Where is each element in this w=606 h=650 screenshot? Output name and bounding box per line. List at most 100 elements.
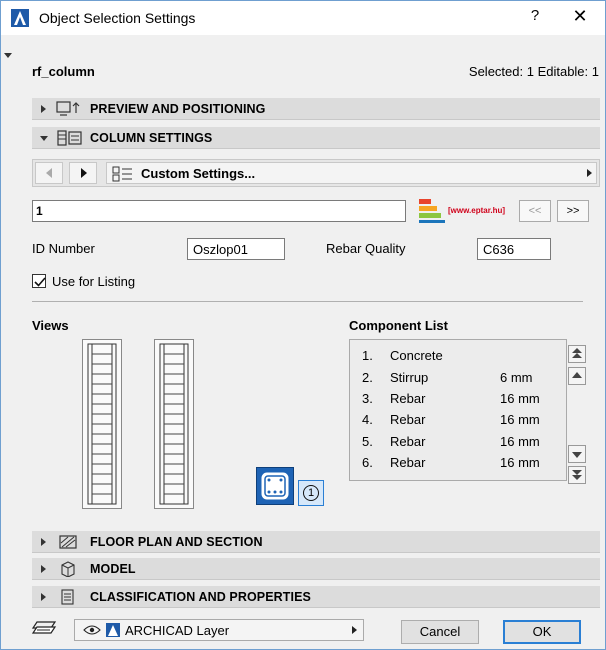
section-label: MODEL — [90, 562, 136, 576]
page-prev-button[interactable]: << — [519, 200, 551, 222]
title-bar: Object Selection Settings ? ✕ — [1, 1, 605, 35]
scroll-bottom-button[interactable] — [568, 466, 586, 484]
list-item[interactable]: 4. Rebar 16 mm — [350, 410, 568, 430]
window-title: Object Selection Settings — [39, 10, 196, 26]
collapse-panel-icon[interactable] — [4, 53, 12, 58]
section-model[interactable]: MODEL — [32, 558, 600, 580]
list-item[interactable]: 5. Rebar 16 mm — [350, 432, 568, 452]
down-arrow-icon — [572, 452, 582, 458]
dropdown-arrow-icon — [352, 626, 357, 634]
list-item[interactable]: 3. Rebar 16 mm — [350, 389, 568, 409]
cancel-button[interactable]: Cancel — [401, 620, 479, 644]
next-button[interactable] — [69, 162, 97, 184]
list-item[interactable]: 6. Rebar 16 mm — [350, 453, 568, 473]
section-label: CLASSIFICATION AND PROPERTIES — [90, 590, 311, 604]
rebar-quality-field[interactable]: C636 — [477, 238, 551, 260]
scroll-top-button[interactable] — [568, 345, 586, 363]
ok-button[interactable]: OK — [503, 620, 581, 644]
custom-settings-dropdown[interactable]: Custom Settings... — [106, 162, 597, 184]
column-view-side — [154, 339, 194, 509]
column-elevation-drawing — [159, 343, 189, 505]
previous-button[interactable] — [35, 162, 63, 184]
scroll-up-button[interactable] — [568, 367, 586, 385]
settings-navigation-bar: Custom Settings... — [32, 159, 600, 187]
divider — [32, 301, 583, 302]
object-name: rf_column — [32, 64, 95, 79]
eptar-logo: [www.eptar.hu] — [417, 197, 533, 225]
item-name: Stirrup — [390, 370, 429, 385]
list-item[interactable]: 1. Concrete — [350, 346, 568, 366]
use-for-listing-label: Use for Listing — [52, 274, 136, 289]
item-name: Rebar — [390, 412, 426, 427]
section-floor-plan[interactable]: FLOOR PLAN AND SECTION — [32, 531, 600, 553]
cross-section-view-button[interactable] — [256, 467, 294, 505]
scroll-down-button[interactable] — [568, 445, 586, 463]
item-size: 16 mm — [500, 412, 540, 427]
id-number-label: ID Number — [32, 241, 95, 256]
item-number: 4. — [362, 412, 373, 427]
id-number-field[interactable]: Oszlop01 — [187, 238, 285, 260]
model-cube-icon — [61, 561, 75, 577]
item-number: 3. — [362, 391, 373, 406]
cross-section-icon — [261, 472, 289, 500]
item-size: 16 mm — [500, 455, 540, 470]
close-button[interactable]: ✕ — [566, 6, 594, 30]
views-label: Views — [32, 318, 69, 333]
eye-icon — [83, 625, 101, 635]
section-label: FLOOR PLAN AND SECTION — [90, 535, 263, 549]
expand-icon — [41, 565, 46, 573]
expand-icon — [41, 538, 46, 546]
layer-name: ARCHICAD Layer — [125, 623, 230, 638]
item-size: 6 mm — [500, 370, 533, 385]
column-settings-icon — [57, 130, 82, 146]
id-input-value: 1 — [36, 204, 43, 218]
checkmark-icon — [34, 277, 46, 287]
list-item[interactable]: 2. Stirrup 6 mm — [350, 368, 568, 388]
section-preview-positioning[interactable]: PREVIEW AND POSITIONING — [32, 98, 600, 120]
use-for-listing-checkbox[interactable] — [32, 274, 46, 288]
rebar-quality-label: Rebar Quality — [326, 241, 406, 256]
dropdown-arrow-icon — [587, 169, 592, 177]
section-label: COLUMN SETTINGS — [90, 131, 213, 145]
layer-dropdown[interactable]: ARCHICAD Layer — [74, 619, 364, 641]
item-number: 1. — [362, 348, 373, 363]
item-size: 16 mm — [500, 434, 540, 449]
object-selection-settings-dialog: Object Selection Settings ? ✕ rf_column … — [0, 0, 606, 650]
layer-stack-icon — [31, 621, 57, 634]
column-view-front — [82, 339, 122, 509]
expand-icon — [41, 593, 46, 601]
component-list[interactable]: 1. Concrete 2. Stirrup 6 mm 3. Rebar 16 … — [349, 339, 567, 481]
marker-view-button[interactable]: 1 — [298, 480, 324, 506]
archicad-app-icon — [11, 9, 29, 27]
item-size: 16 mm — [500, 391, 540, 406]
left-arrow-icon — [46, 168, 52, 178]
item-number: 6. — [362, 455, 373, 470]
double-up-arrow-icon — [572, 348, 582, 358]
item-name: Rebar — [390, 455, 426, 470]
double-down-arrow-icon — [572, 470, 582, 480]
section-label: PREVIEW AND POSITIONING — [90, 102, 266, 116]
item-name: Concrete — [390, 348, 443, 363]
section-classification[interactable]: CLASSIFICATION AND PROPERTIES — [32, 586, 600, 608]
collapse-icon — [40, 136, 48, 141]
item-number: 2. — [362, 370, 373, 385]
marker-number: 1 — [303, 485, 319, 501]
item-name: Rebar — [390, 434, 426, 449]
help-button[interactable]: ? — [523, 7, 547, 29]
logo-text: [www.eptar.hu] — [448, 206, 506, 215]
column-elevation-drawing — [87, 343, 117, 505]
component-list-label: Component List — [349, 318, 448, 333]
page-next-button[interactable]: >> — [557, 200, 589, 222]
id-input[interactable]: 1 — [32, 200, 406, 222]
expand-icon — [41, 105, 46, 113]
item-number: 5. — [362, 434, 373, 449]
selection-info: Selected: 1 Editable: 1 — [468, 64, 599, 79]
item-name: Rebar — [390, 391, 426, 406]
archicad-layer-icon — [106, 623, 120, 637]
right-arrow-icon — [81, 168, 87, 178]
preview-positioning-icon — [56, 101, 80, 116]
custom-settings-label: Custom Settings... — [141, 166, 256, 181]
classification-icon — [61, 589, 74, 605]
section-column-settings[interactable]: COLUMN SETTINGS — [32, 127, 600, 149]
up-arrow-icon — [572, 372, 582, 378]
